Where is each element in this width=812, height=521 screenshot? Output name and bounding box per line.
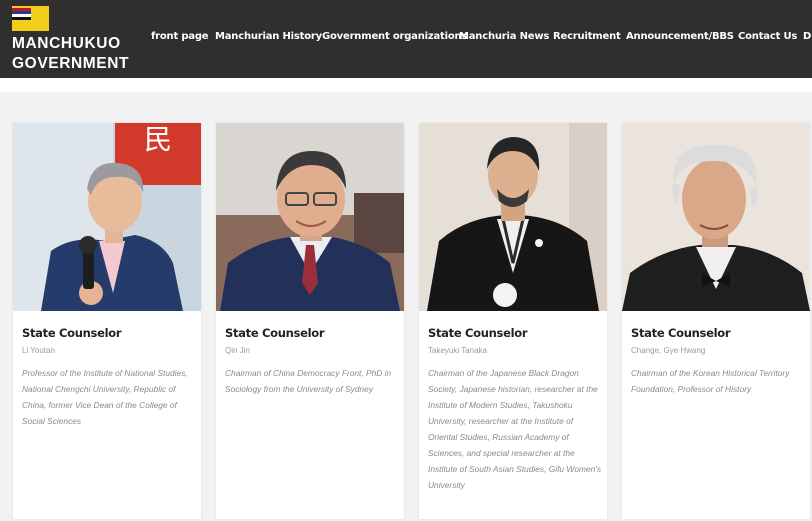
counselor-name: Qin Jin (225, 346, 250, 355)
site-header: MANCHUKUO GOVERNMENT front page Manchuri… (0, 0, 812, 78)
nav-government-organizations[interactable]: Government organizations (322, 31, 467, 42)
nav-manchurian-history[interactable]: Manchurian History (215, 31, 322, 42)
counselor-photo (419, 123, 607, 311)
nav-announcement-bbs[interactable]: Announcement/BBS (626, 31, 734, 42)
counselor-card: 民 State Counselor Li Youtan Professor of… (13, 123, 201, 519)
counselor-description: Professor of the Institute of National S… (22, 368, 188, 426)
header-spacer (0, 78, 812, 92)
card-title: State Counselor (22, 326, 122, 340)
card-title: State Counselor (631, 326, 731, 340)
counselor-photo (622, 123, 810, 311)
counselor-card: State Counselor Takeyuki Tanaka Chairman… (419, 123, 607, 519)
nav-contact-us[interactable]: Contact Us (738, 31, 797, 42)
counselor-photo (216, 123, 404, 311)
nav-item-truncated[interactable]: D (803, 31, 811, 42)
nav-front-page[interactable]: front page (151, 31, 209, 42)
counselor-description: Chairman of the Korean Historical Territ… (631, 368, 790, 394)
counselors-section: 民 State Counselor Li Youtan Professor of… (0, 92, 812, 521)
main-nav: front page Manchurian History Government… (0, 31, 812, 47)
card-title: State Counselor (428, 326, 528, 340)
background-sign-text: 民 (144, 123, 172, 156)
counselor-description: Chairman of the Japanese Black Dragon So… (428, 368, 602, 490)
counselor-card: State Counselor Change, Gye Hwang Chairm… (622, 123, 810, 519)
card-title: State Counselor (225, 326, 325, 340)
counselor-name: Change, Gye Hwang (631, 346, 706, 355)
manchukuo-flag-icon (12, 6, 49, 31)
logo-line-2: GOVERNMENT (12, 55, 130, 72)
counselor-name: Li Youtan (22, 346, 55, 355)
counselor-photo: 民 (13, 123, 201, 311)
counselor-name: Takeyuki Tanaka (428, 346, 487, 355)
counselor-description: Chairman of China Democracy Front, PhD i… (225, 368, 392, 394)
nav-manchuria-news[interactable]: Manchuria News (459, 31, 549, 42)
nav-recruitment[interactable]: Recruitment (553, 31, 621, 42)
counselor-card: State Counselor Qin Jin Chairman of Chin… (216, 123, 404, 519)
